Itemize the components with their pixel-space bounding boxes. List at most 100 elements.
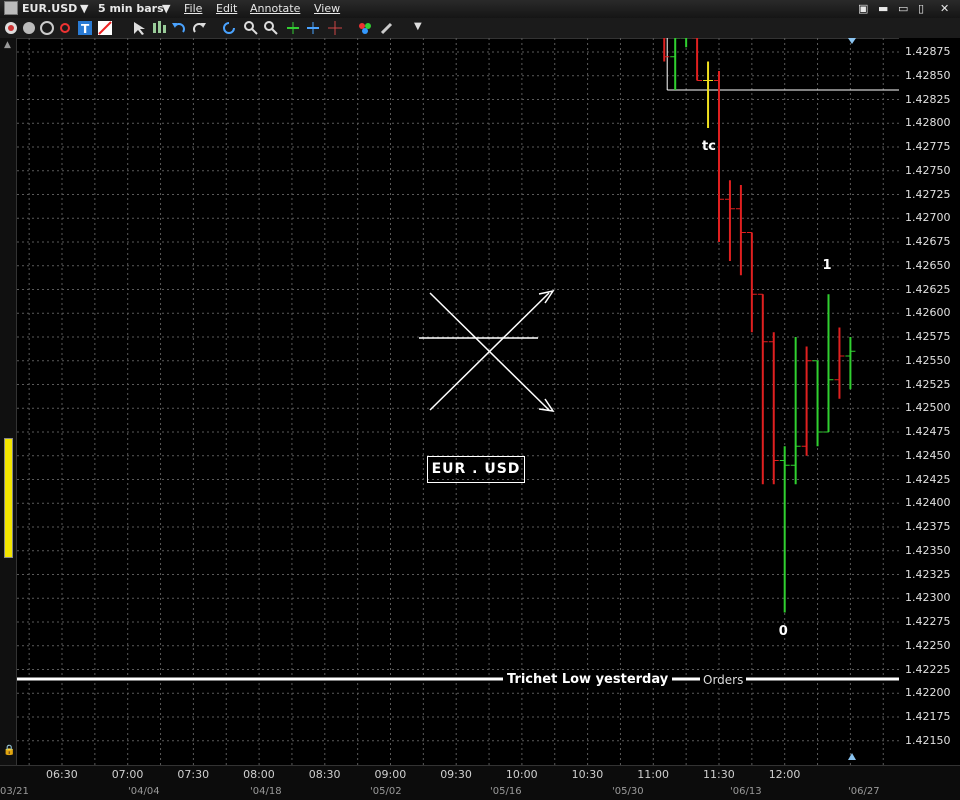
zoom-out-icon[interactable] — [263, 20, 279, 36]
chevron-down-icon[interactable]: ▼ — [80, 2, 88, 15]
price-tick-label: 1.42275 — [905, 615, 951, 628]
price-tick-label: 1.42800 — [905, 116, 951, 130]
print-icon[interactable]: ▣ — [858, 2, 868, 15]
restore-icon[interactable]: ▯ — [918, 2, 924, 15]
price-tick-label: 1.42325 — [905, 567, 951, 581]
time-tick-label: 10:00 — [505, 768, 538, 781]
bars-icon[interactable] — [151, 20, 167, 36]
menu-view[interactable]: View — [314, 2, 340, 15]
price-tick-label: 1.42725 — [905, 187, 951, 201]
range-date-label[interactable]: '05/02 — [370, 786, 402, 797]
crosshair-tool-icon[interactable] — [327, 20, 343, 36]
range-date-label[interactable]: '05/30 — [612, 786, 644, 797]
price-tick-label: 1.42150 — [905, 733, 951, 747]
minimize-icon[interactable]: ▬ — [878, 2, 888, 15]
cursor-icon[interactable] — [131, 20, 147, 36]
time-tick-label: 11:00 — [637, 768, 669, 781]
toolbar: T ▼ — [0, 18, 960, 39]
price-tick-label: 1.42350 — [905, 543, 951, 557]
orders-label[interactable]: Orders — [700, 673, 747, 687]
price-tick-label: 1.42450 — [905, 448, 951, 462]
price-tick-label: 1.42775 — [905, 140, 951, 153]
lock-icon[interactable]: 🔒 — [3, 745, 15, 756]
time-tick-label: 09:00 — [374, 768, 407, 781]
price-chart[interactable] — [17, 38, 899, 765]
price-tick-label: 1.42400 — [905, 496, 951, 510]
time-tick-label: 08:00 — [243, 768, 275, 781]
time-tick-label: 06:30 — [46, 768, 78, 781]
time-tick-label: 11:30 — [703, 768, 735, 781]
chart-annotation-text[interactable]: tc — [702, 139, 716, 154]
pan-horizontal-icon[interactable] — [285, 20, 301, 36]
chart-annotation-text[interactable]: 0 — [779, 624, 788, 639]
price-tick-label: 1.42500 — [905, 401, 951, 415]
close-icon[interactable]: ✕ — [940, 2, 949, 15]
time-tick-label: 08:30 — [308, 768, 341, 781]
circle-tool-icon[interactable] — [39, 20, 55, 36]
price-tick-label: 1.42575 — [905, 330, 951, 343]
time-tick-label: 07:30 — [177, 768, 210, 781]
arrow-head — [538, 398, 555, 412]
range-date-label[interactable]: 03/21 — [0, 786, 29, 797]
menu-edit[interactable]: Edit — [216, 2, 237, 15]
time-tick-label: 10:30 — [571, 768, 604, 781]
zoom-in-icon[interactable] — [243, 20, 259, 36]
svg-text:T: T — [81, 22, 90, 36]
line-tool-icon[interactable] — [97, 20, 113, 36]
chart-options-icon[interactable] — [3, 20, 19, 36]
text-tool-icon[interactable]: T — [77, 20, 93, 36]
price-tick-label: 1.42675 — [905, 235, 951, 248]
menu-file[interactable]: File — [184, 2, 202, 15]
price-tick-label: 1.42375 — [905, 520, 951, 533]
range-date-label[interactable]: '06/13 — [730, 786, 762, 797]
price-tick-label: 1.42600 — [905, 306, 951, 320]
price-tick-label: 1.42850 — [905, 68, 951, 82]
range-date-label[interactable]: '06/27 — [848, 786, 880, 797]
price-tick-label: 1.42300 — [905, 591, 951, 605]
symbol-label-box[interactable]: EUR . USD — [427, 456, 525, 483]
price-tick-label: 1.42875 — [905, 45, 951, 58]
price-tick-label: 1.42650 — [905, 258, 951, 272]
price-tick-label: 1.42475 — [905, 425, 951, 438]
chart-annotation-text[interactable]: 1 — [823, 258, 832, 273]
color-palette-icon[interactable] — [357, 20, 373, 36]
range-date-label[interactable]: '05/16 — [490, 786, 522, 797]
maximize-icon[interactable]: ▭ — [898, 2, 908, 15]
price-tick-label: 1.42250 — [905, 638, 951, 652]
price-tick-label: 1.42550 — [905, 353, 951, 367]
chevron-down-icon[interactable]: ▼ — [162, 2, 170, 15]
redo-icon[interactable] — [191, 20, 207, 36]
price-tick-label: 1.42750 — [905, 163, 951, 177]
toolbar-more-icon[interactable]: ▼ — [414, 21, 422, 32]
price-tick-label: 1.42225 — [905, 662, 951, 676]
menubar: EUR.USD ▼ 5 min bars ▼ File Edit Annotat… — [0, 0, 960, 19]
range-date-label[interactable]: '04/18 — [250, 786, 282, 797]
refresh-icon[interactable] — [221, 20, 237, 36]
time-tick-label: 07:00 — [111, 768, 144, 781]
price-tick-label: 1.42625 — [905, 282, 951, 296]
trichet-low-label[interactable]: Trichet Low yesterday — [503, 672, 673, 687]
crosshair-icon[interactable] — [21, 20, 37, 36]
symbol-selector[interactable]: EUR.USD — [22, 2, 77, 15]
window-icon[interactable] — [4, 1, 18, 15]
price-tick-label: 1.42425 — [905, 472, 951, 486]
axis-marker-icon — [848, 38, 856, 44]
chevron-up-icon[interactable]: ▲ — [4, 40, 11, 50]
target-icon[interactable] — [57, 20, 73, 36]
bar-size-selector[interactable]: 5 min bars — [98, 2, 164, 15]
price-tick-label: 1.42200 — [905, 686, 951, 700]
time-tick-label: 12:00 — [768, 768, 801, 781]
price-tick-label: 1.42175 — [905, 710, 951, 723]
wrench-icon[interactable] — [379, 20, 395, 36]
left-scroll-strip[interactable]: 🔒 ▲ — [0, 38, 17, 765]
scroll-thumb[interactable] — [4, 438, 13, 558]
undo-icon[interactable] — [171, 20, 187, 36]
range-date-label[interactable]: '04/04 — [128, 786, 160, 797]
menu-annotate[interactable]: Annotate — [250, 2, 300, 15]
time-tick-label: 09:30 — [440, 768, 472, 781]
price-tick-label: 1.42825 — [905, 92, 951, 106]
axis-marker-icon — [848, 753, 856, 760]
pan-vertical-icon[interactable] — [305, 20, 321, 36]
price-tick-label: 1.42525 — [905, 377, 951, 391]
price-tick-label: 1.42700 — [905, 211, 951, 225]
